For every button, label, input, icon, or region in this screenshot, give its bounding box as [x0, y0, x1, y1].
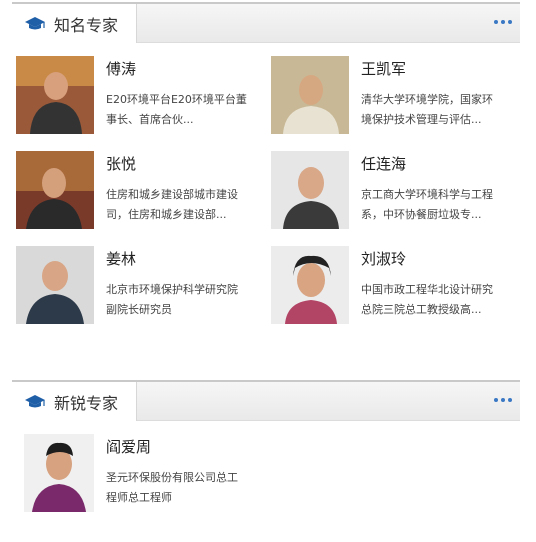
expert-card[interactable]: 姜林 北京市环境保护科学研究院 副院长研究员: [16, 246, 266, 328]
graduation-cap-icon: [25, 394, 45, 407]
expert-card[interactable]: 张悦 住房和城乡建设部城市建设 司，住房和城乡建设部...: [16, 151, 266, 233]
more-dots-icon[interactable]: [494, 398, 512, 402]
avatar[interactable]: [271, 246, 349, 324]
expert-description: 圣元环保股份有限公司总工 程师总工程师: [106, 471, 238, 504]
famous-experts-panel: 知名专家 傅涛 E20环境平台E20环境平台董 事长、首席合伙... 王凯军 清…: [12, 2, 520, 324]
expert-description: 北京市环境保护科学研究院 副院长研究员: [106, 283, 238, 316]
expert-card[interactable]: 刘淑玲 中国市政工程华北设计研究 总院三院总工教授级高...: [271, 246, 521, 328]
panel-header: 知名专家: [12, 2, 520, 43]
panel-title: 新锐专家: [54, 393, 119, 413]
avatar[interactable]: [16, 151, 94, 229]
expert-card[interactable]: 任连海 京工商大学环境科学与工程 系，中环协餐厨垃圾专...: [271, 151, 521, 233]
avatar[interactable]: [16, 56, 94, 134]
emerging-experts-panel: 新锐专家 阎爱周 圣元环保股份有限公司总工 程师总工程师: [12, 380, 520, 512]
expert-card[interactable]: 阎爱周 圣元环保股份有限公司总工 程师总工程师: [24, 434, 274, 516]
panel-title: 知名专家: [54, 15, 119, 35]
expert-name[interactable]: 张悦: [106, 153, 136, 174]
expert-name[interactable]: 刘淑玲: [361, 248, 406, 269]
avatar[interactable]: [16, 246, 94, 324]
panel-tab[interactable]: 知名专家: [12, 4, 137, 43]
expert-card[interactable]: 傅涛 E20环境平台E20环境平台董 事长、首席合伙...: [16, 56, 266, 138]
panel-header: 新锐专家: [12, 380, 520, 421]
panel-tab[interactable]: 新锐专家: [12, 382, 137, 421]
avatar[interactable]: [271, 56, 349, 134]
expert-description: 中国市政工程华北设计研究 总院三院总工教授级高...: [361, 283, 493, 316]
graduation-cap-icon: [25, 16, 45, 29]
expert-name[interactable]: 阎爱周: [106, 436, 151, 457]
expert-description: E20环境平台E20环境平台董 事长、首席合伙...: [106, 93, 247, 126]
expert-name[interactable]: 姜林: [106, 248, 136, 269]
expert-name[interactable]: 任连海: [361, 153, 406, 174]
expert-name[interactable]: 傅涛: [106, 58, 136, 79]
expert-card[interactable]: 王凯军 清华大学环境学院，国家环 境保护技术管理与评估...: [271, 56, 521, 138]
expert-name[interactable]: 王凯军: [361, 58, 406, 79]
expert-description: 清华大学环境学院，国家环 境保护技术管理与评估...: [361, 93, 493, 126]
avatar[interactable]: [271, 151, 349, 229]
more-dots-icon[interactable]: [494, 20, 512, 24]
expert-description: 住房和城乡建设部城市建设 司，住房和城乡建设部...: [106, 188, 238, 221]
expert-description: 京工商大学环境科学与工程 系，中环协餐厨垃圾专...: [361, 188, 493, 221]
avatar[interactable]: [24, 434, 94, 512]
